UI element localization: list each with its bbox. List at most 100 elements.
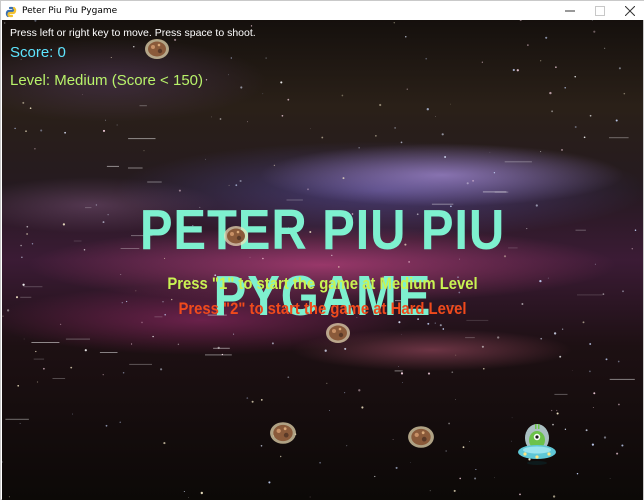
star bbox=[328, 410, 330, 412]
close-icon bbox=[625, 5, 635, 16]
star bbox=[346, 445, 348, 447]
star bbox=[374, 475, 376, 478]
star bbox=[474, 477, 477, 480]
star bbox=[20, 244, 22, 247]
star bbox=[281, 114, 284, 117]
star bbox=[540, 151, 542, 153]
star bbox=[187, 497, 189, 498]
star bbox=[177, 343, 180, 346]
star bbox=[287, 376, 290, 379]
star bbox=[17, 384, 20, 387]
star bbox=[239, 179, 242, 183]
light-streak bbox=[504, 161, 532, 163]
star bbox=[481, 61, 483, 63]
star bbox=[102, 129, 106, 132]
star bbox=[512, 68, 515, 72]
light-streak bbox=[147, 181, 162, 183]
light-streak bbox=[465, 337, 475, 339]
star bbox=[603, 436, 607, 439]
star bbox=[34, 20, 37, 22]
start-hard-prompt: Press "2" to start the game at Hard Leve… bbox=[178, 300, 467, 318]
minimize-icon bbox=[565, 10, 575, 11]
star bbox=[122, 371, 125, 374]
star bbox=[119, 421, 121, 423]
star bbox=[552, 495, 556, 498]
light-streak bbox=[609, 137, 629, 139]
asteroid-icon bbox=[326, 323, 350, 343]
title-bar[interactable]: Peter Piu Piu Pygame bbox=[1, 1, 644, 20]
light-streak bbox=[65, 338, 90, 340]
light-streak bbox=[205, 354, 232, 356]
star bbox=[143, 150, 145, 152]
star bbox=[475, 468, 477, 471]
star bbox=[2, 315, 4, 317]
star bbox=[205, 158, 206, 160]
star bbox=[219, 118, 222, 120]
star bbox=[116, 124, 118, 126]
star bbox=[617, 360, 620, 363]
star bbox=[593, 30, 596, 33]
maximize-button[interactable] bbox=[585, 1, 615, 20]
star bbox=[70, 366, 73, 369]
star bbox=[205, 79, 208, 81]
star bbox=[40, 129, 43, 132]
star bbox=[31, 243, 34, 245]
star bbox=[228, 74, 229, 76]
light-streak bbox=[139, 105, 147, 107]
star bbox=[342, 177, 345, 180]
star bbox=[71, 413, 73, 415]
star bbox=[516, 69, 519, 72]
star bbox=[22, 101, 25, 104]
light-streak bbox=[33, 358, 45, 360]
star bbox=[131, 343, 133, 345]
ufo-alien-icon bbox=[518, 424, 556, 465]
star bbox=[451, 371, 454, 374]
star bbox=[406, 88, 409, 90]
star bbox=[246, 397, 249, 399]
star bbox=[466, 182, 469, 185]
star bbox=[483, 368, 485, 370]
star bbox=[273, 164, 276, 167]
star bbox=[375, 135, 377, 137]
star bbox=[561, 148, 563, 151]
minimize-button[interactable] bbox=[555, 1, 585, 20]
close-button[interactable] bbox=[615, 1, 644, 20]
star bbox=[494, 477, 495, 479]
star bbox=[551, 409, 553, 412]
star bbox=[247, 121, 248, 123]
window-title: Peter Piu Piu Pygame bbox=[22, 5, 118, 16]
star bbox=[564, 86, 566, 89]
star bbox=[511, 440, 512, 442]
star bbox=[448, 422, 450, 425]
star bbox=[22, 283, 25, 286]
maximize-icon bbox=[595, 5, 605, 16]
star bbox=[556, 412, 559, 415]
star bbox=[519, 20, 522, 22]
star bbox=[262, 93, 264, 95]
star bbox=[409, 462, 411, 463]
star bbox=[540, 60, 542, 62]
star bbox=[616, 452, 619, 455]
star bbox=[14, 127, 16, 130]
star bbox=[160, 368, 163, 371]
star bbox=[556, 409, 558, 411]
star bbox=[152, 335, 154, 338]
star bbox=[553, 332, 557, 335]
star bbox=[29, 107, 32, 110]
star bbox=[34, 148, 36, 150]
star bbox=[591, 20, 593, 22]
star bbox=[472, 179, 475, 182]
star bbox=[527, 44, 529, 46]
star bbox=[6, 309, 10, 312]
star bbox=[260, 399, 263, 401]
game-canvas[interactable]: Press left or right key to move. Press s… bbox=[2, 20, 643, 500]
star bbox=[450, 103, 452, 105]
light-streak bbox=[554, 393, 568, 395]
star bbox=[21, 256, 23, 258]
star bbox=[2, 461, 3, 463]
star bbox=[455, 399, 457, 400]
star bbox=[426, 108, 429, 111]
star bbox=[8, 496, 10, 498]
star bbox=[401, 382, 403, 384]
star bbox=[268, 481, 271, 484]
